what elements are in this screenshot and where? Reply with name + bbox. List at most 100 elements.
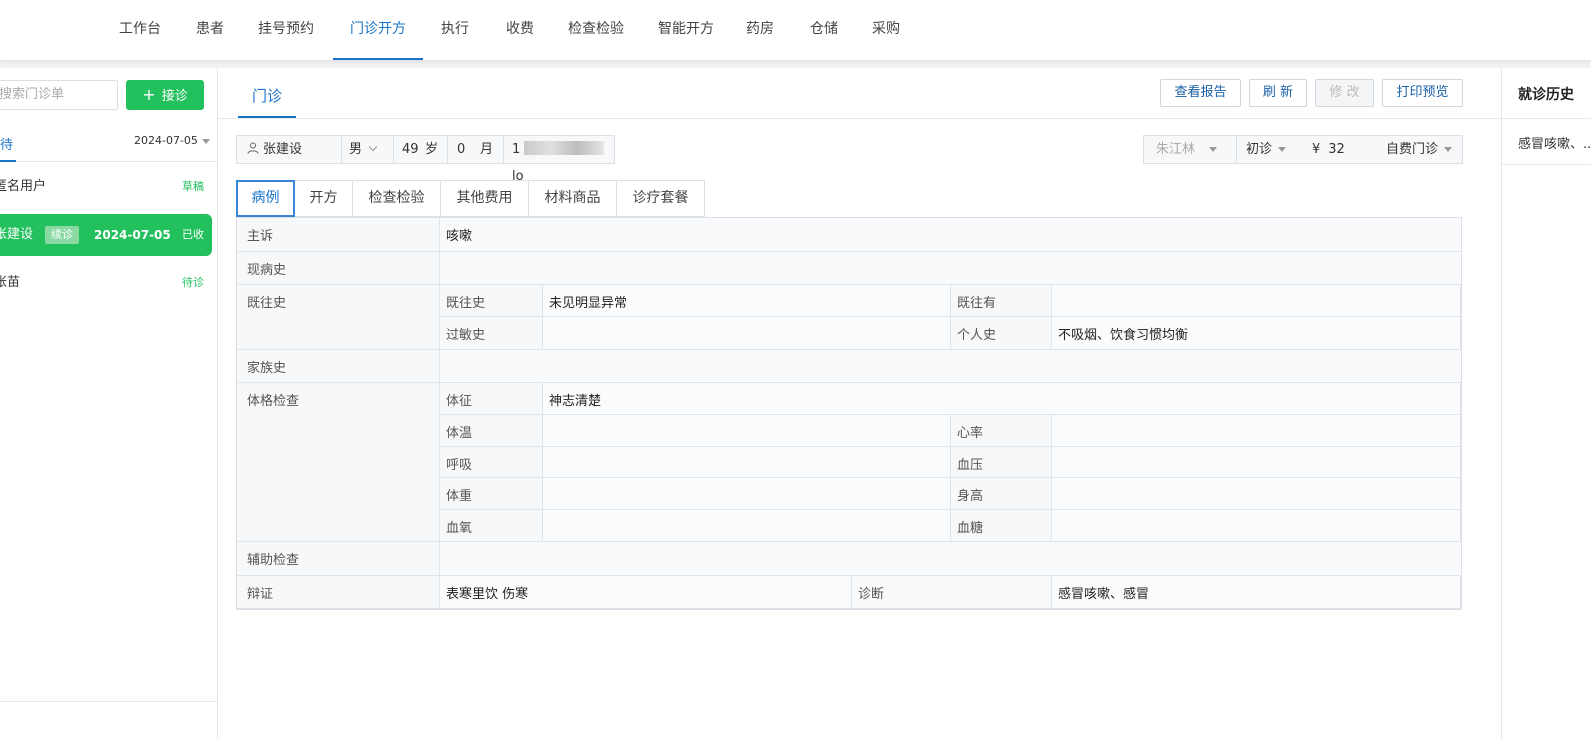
view-report-button[interactable]: 查看报告 (1160, 79, 1241, 107)
oxygen-label: 血氧 (440, 510, 543, 542)
divider (393, 136, 394, 163)
list-item[interactable]: 匿名用户 草稿 (0, 166, 212, 208)
past-history-label: 既往史 (237, 285, 440, 350)
patient-info-bar: 张建设 男 49 岁 0 月 1lo (236, 135, 615, 184)
medical-record-form: 主诉 咳嗽 现病史 既往史 既往史 未见明显异常 既往有 过敏史 个人史 不吸烟… (236, 217, 1462, 610)
blood-pressure-label: 血压 (951, 447, 1052, 478)
nav-item-outpatient[interactable]: 门诊开方 (333, 0, 423, 60)
month-field[interactable]: 0 (457, 136, 477, 163)
blood-pressure-field[interactable] (1052, 447, 1461, 478)
nav-item-patients[interactable]: 患者 (188, 0, 232, 60)
family-history-field[interactable] (440, 350, 1461, 383)
respiration-field[interactable] (543, 447, 951, 478)
physical-exam-label: 体格检查 (237, 383, 440, 542)
nav-item-appointment[interactable]: 挂号预约 (250, 0, 322, 60)
divider (503, 136, 504, 163)
status-badge: 草稿 (182, 180, 204, 193)
past-has-field[interactable] (1052, 285, 1461, 317)
divider (1502, 164, 1591, 165)
tab-prescription[interactable]: 开方 (295, 180, 353, 217)
refresh-button[interactable]: 刷 新 (1249, 79, 1307, 107)
tab-treatment-package[interactable]: 诊疗套餐 (617, 180, 705, 217)
syndrome-field[interactable]: 表寒里饮 伤寒 (440, 576, 852, 609)
divider (447, 136, 448, 163)
masked-phone (524, 141, 605, 155)
doctor-value: 朱江林 (1156, 142, 1196, 157)
caret-down-icon (1278, 147, 1287, 152)
history-item[interactable]: 感冒咳嗽、... (1518, 133, 1591, 152)
print-preview-button[interactable]: 打印预览 (1382, 79, 1463, 107)
nav-item-execute[interactable]: 执行 (436, 0, 474, 60)
allergy-field[interactable] (543, 317, 951, 350)
chief-complaint-field[interactable]: 咳嗽 (440, 218, 1461, 252)
signs-field[interactable]: 神志清楚 (543, 383, 1461, 415)
diagnosis-label: 诊断 (852, 576, 1052, 609)
plus-icon: + (142, 85, 156, 104)
status-badge: 待诊 (182, 276, 204, 289)
doctor-select[interactable]: 朱江林 (1156, 136, 1236, 163)
past-history-field[interactable]: 未见明显异常 (543, 285, 951, 317)
tab-lab-tests[interactable]: 检查检验 (353, 180, 441, 217)
visit-info-bar: 朱江林 初诊 ¥32 自费门诊 (1143, 135, 1463, 164)
present-illness-label: 现病史 (237, 252, 440, 285)
patient-name-field[interactable]: 张建设 (247, 136, 339, 163)
gender-select[interactable]: 男 (349, 136, 393, 163)
tab-waiting[interactable]: 待 (0, 134, 16, 162)
nav-item-purchase[interactable]: 采购 (866, 0, 906, 60)
nav-item-charge[interactable]: 收费 (500, 0, 540, 60)
pay-type-select[interactable]: 自费门诊 (1386, 136, 1462, 163)
signs-label: 体征 (440, 383, 543, 415)
allergy-label: 过敏史 (440, 317, 543, 350)
respiration-label: 呼吸 (440, 447, 543, 478)
person-icon (247, 142, 259, 154)
tab-medical-record[interactable]: 病例 (236, 180, 295, 217)
list-item-selected[interactable]: 张建设 续诊 2024-07-05 已收 (0, 214, 212, 256)
fee-field[interactable]: ¥32 (1312, 136, 1372, 163)
present-illness-field[interactable] (440, 252, 1461, 285)
chief-complaint-label: 主诉 (237, 218, 440, 252)
edit-button[interactable]: 修 改 (1315, 79, 1374, 107)
visit-date: 2024-07-05 (94, 228, 171, 242)
nav-item-workbench[interactable]: 工作台 (112, 0, 168, 60)
divider (1502, 118, 1591, 119)
nav-item-lab[interactable]: 检查检验 (560, 0, 632, 60)
auxiliary-exam-field[interactable] (440, 542, 1461, 576)
visit-history-panel: 就诊历史 感冒咳嗽、... (1501, 68, 1591, 739)
nav-item-storage[interactable]: 仓储 (804, 0, 844, 60)
weight-label: 体重 (440, 478, 543, 510)
date-filter[interactable]: 2024-07-05 (134, 134, 210, 147)
patient-queue-panel: 搜索门诊单 + 接诊 待 2024-07-05 匿名用户 草稿 张建设 续诊 20… (0, 68, 218, 739)
nav-item-pharmacy[interactable]: 药房 (740, 0, 780, 60)
tab-other-fees[interactable]: 其他费用 (441, 180, 529, 217)
glucose-field[interactable] (1052, 510, 1461, 542)
temperature-field[interactable] (543, 415, 951, 447)
patient-name: 张建设 (0, 227, 34, 242)
nav-item-smart-rx[interactable]: 智能开方 (650, 0, 722, 60)
currency-symbol: ¥ (1312, 142, 1321, 157)
date-filter-value: 2024-07-05 (134, 134, 198, 147)
divider (341, 136, 342, 163)
list-item[interactable]: 张苗 待诊 (0, 262, 212, 304)
caret-down-icon (201, 138, 210, 144)
height-field[interactable] (1052, 478, 1461, 510)
past-has-label: 既往有 (951, 285, 1052, 317)
auxiliary-exam-label: 辅助检查 (237, 542, 440, 576)
diagnosis-field[interactable]: 感冒咳嗽、感冒 (1052, 576, 1461, 609)
visit-type-select[interactable]: 初诊 (1246, 136, 1306, 163)
search-input[interactable]: 搜索门诊单 (0, 80, 118, 110)
height-label: 身高 (951, 478, 1052, 510)
tab-outpatient[interactable]: 门诊 (238, 76, 296, 118)
followup-badge: 续诊 (45, 226, 79, 244)
personal-history-field[interactable]: 不吸烟、饮食习惯均衡 (1052, 317, 1461, 350)
patient-name: 匿名用户 (0, 179, 47, 194)
age-value: 49 (402, 142, 419, 157)
weight-field[interactable] (543, 478, 951, 510)
heart-rate-field[interactable] (1052, 415, 1461, 447)
visit-history-title: 就诊历史 (1518, 87, 1574, 103)
caret-down-icon (1444, 147, 1453, 152)
phone-field[interactable]: 1lo (512, 136, 614, 184)
receive-patient-label: 接诊 (161, 89, 188, 104)
oxygen-field[interactable] (543, 510, 951, 542)
receive-patient-button[interactable]: + 接诊 (126, 80, 204, 110)
tab-materials[interactable]: 材料商品 (529, 180, 617, 217)
